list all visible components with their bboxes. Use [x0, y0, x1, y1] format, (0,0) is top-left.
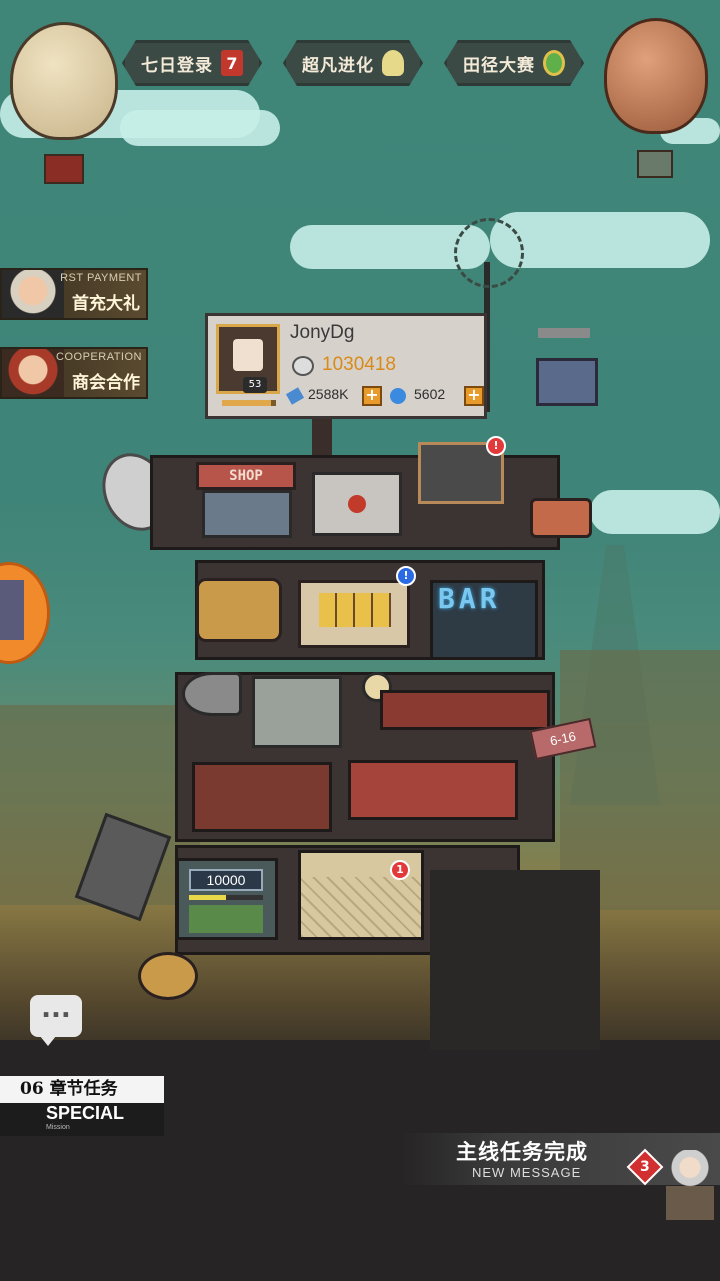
crystal-amount: 2588K: [308, 386, 349, 402]
add-crystal-button[interactable]: +: [362, 386, 382, 406]
messenger-character[interactable]: [666, 1150, 714, 1220]
evolution-event-label: 超凡进化: [302, 55, 374, 76]
promo-tag: RST PAYMENT: [60, 272, 142, 284]
notice-badge-middle: !: [396, 566, 416, 586]
evolution-event-button[interactable]: 超凡进化: [283, 40, 423, 86]
promo-character-portrait: [2, 270, 64, 318]
player-avatar[interactable]: 53: [216, 324, 280, 394]
drone-propeller: [538, 328, 590, 338]
shop-sign[interactable]: SHOP: [196, 462, 296, 490]
armory-door[interactable]: [252, 676, 342, 748]
chat-bubble-icon: ...: [41, 994, 71, 1024]
drone-treasure-chest[interactable]: [536, 358, 598, 406]
balloon-basket-left[interactable]: [44, 154, 84, 184]
mission-special-label: SPECIAL: [46, 1103, 125, 1123]
bar-sign: BAR: [438, 582, 501, 615]
drill-pod: [138, 952, 198, 1000]
claw-machine-badge: 1: [390, 860, 410, 880]
chapter-mission-panel[interactable]: 06 章节任务 SPECIAL Mission: [0, 1076, 164, 1136]
cloud: [590, 490, 720, 534]
track-contest-button[interactable]: 田径大赛: [444, 40, 584, 86]
seven-day-login-label: 七日登录: [141, 55, 213, 76]
mailbox[interactable]: [530, 498, 592, 538]
gold-pot-icon: [292, 356, 314, 376]
track-medal-icon: [543, 50, 565, 76]
promo-label: 商会合作: [72, 373, 140, 393]
gem-amount: 5602: [414, 386, 446, 402]
player-xp-fill: [222, 400, 271, 406]
storage-counter: 10000: [189, 869, 263, 891]
shop-building[interactable]: [202, 490, 292, 538]
cannon: [182, 672, 242, 716]
jaw-machine[interactable]: [380, 690, 550, 730]
crystal-icon: [285, 387, 305, 405]
player-level-badge: 53: [243, 377, 267, 393]
windmill-icon: [454, 218, 524, 288]
gold-amount: 1030418: [322, 354, 396, 375]
gem-icon: [390, 388, 406, 404]
scaffolding-silhouette: [430, 870, 600, 1050]
hot-air-balloon-right[interactable]: [604, 18, 708, 134]
player-name: JonyDg: [290, 322, 355, 343]
cooperation-promo[interactable]: COOPERATION 商会合作: [0, 347, 148, 399]
balloon-basket-right[interactable]: [637, 150, 673, 178]
notice-badge-top: !: [486, 436, 506, 456]
vault-door[interactable]: [312, 472, 402, 536]
storage-tank[interactable]: 10000: [176, 858, 278, 940]
side-event-icon: [0, 580, 24, 640]
hot-air-balloon-left[interactable]: [10, 22, 118, 140]
track-contest-label: 田径大赛: [463, 55, 535, 76]
player-profile-board[interactable]: 53 JonyDg 1030418 2588K + 5602 +: [205, 313, 487, 419]
promo-label: 首充大礼: [72, 294, 140, 314]
first-payment-promo[interactable]: RST PAYMENT 首充大礼: [0, 268, 148, 320]
seven-day-login-button[interactable]: 七日登录 7: [122, 40, 262, 86]
message-subtitle: NEW MESSAGE: [472, 1165, 582, 1180]
window-room[interactable]: [298, 580, 410, 648]
slot-seven-icon: 7: [221, 50, 243, 76]
evolution-crystal-icon: [382, 50, 404, 76]
board-pole: [312, 419, 332, 459]
promo-tag: COOPERATION: [56, 351, 142, 363]
workshop-room[interactable]: [192, 762, 332, 832]
pipe-machine[interactable]: [196, 578, 282, 642]
engine-room[interactable]: [348, 760, 518, 820]
player-xp-bar: [222, 400, 276, 406]
chat-button[interactable]: ...: [30, 994, 82, 1046]
add-gem-button[interactable]: +: [464, 386, 484, 406]
chapter-mission-title: 06 章节任务: [0, 1076, 164, 1103]
cloud: [120, 110, 280, 146]
mission-sub-label: Mission: [46, 1124, 70, 1131]
avatar-face: [233, 339, 263, 371]
message-title: 主线任务完成: [456, 1139, 588, 1164]
promo-character-portrait: [2, 349, 64, 397]
